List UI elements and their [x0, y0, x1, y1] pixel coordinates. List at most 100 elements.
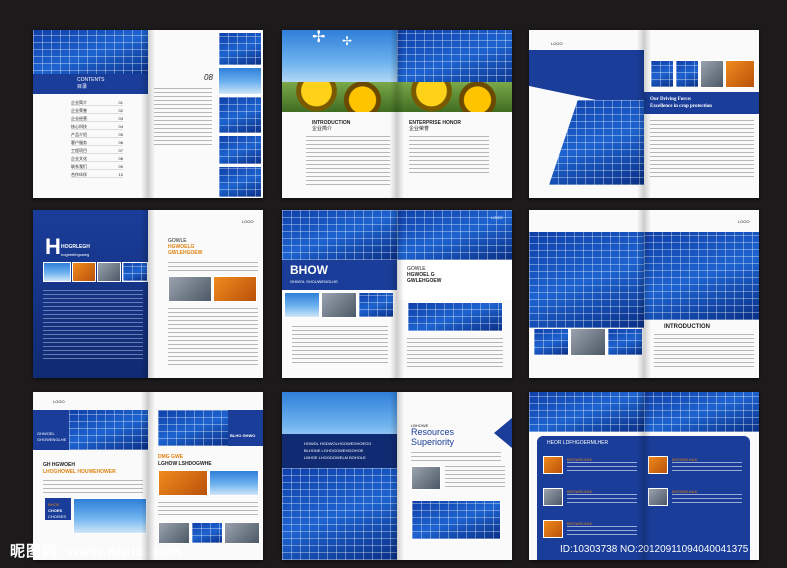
right-page: LOGO INTRODUCTION: [644, 210, 759, 378]
intro-title-cn: 企业简介: [312, 126, 333, 132]
toc-item[interactable]: 企业简介 01: [71, 98, 123, 106]
factory-photo: [72, 262, 96, 282]
body-text-block: [650, 120, 754, 180]
label-line: BLHO GHWO: [230, 433, 256, 438]
solar-panel-photo: [282, 210, 397, 260]
solar-panel-photo: [158, 410, 228, 446]
factory-photo: [97, 262, 121, 282]
toc-item[interactable]: 工程项目 07: [71, 146, 123, 154]
wind-turbine-icon: ✢: [312, 30, 326, 46]
brochure-spread-resources: HOWDL HGDWOLHGOWEGHOEOG BLHONE LGHOGOWEH…: [282, 392, 512, 560]
right-heading: DMG GWE: [158, 454, 183, 460]
honor-title-cn: 企业荣誉: [409, 126, 430, 132]
sub-title: GHWOL SHOUWENGLHE: [290, 279, 338, 284]
sky-photo: [73, 498, 147, 534]
contents-banner: CONTENTS 目录: [33, 74, 148, 94]
right-page: GOWLE HGWOEL G GWLEHGOEW LOGO: [397, 210, 512, 378]
worker-photo: [570, 328, 606, 356]
solar-panel-photo: [407, 302, 503, 332]
body-text-block: [154, 88, 212, 148]
sunflower-photo: [282, 82, 397, 112]
body-text-block: [445, 466, 505, 490]
banner-line: BLHONE LGHOGOWEHGOHOE: [304, 448, 364, 453]
product-text: [672, 462, 742, 474]
logo: LOGO: [551, 41, 563, 46]
body-text-block: [158, 502, 258, 518]
right-heading: LGHOW LSHDOGWHE: [158, 461, 212, 467]
solar-panel-photo: [191, 522, 223, 544]
toc-item[interactable]: 核心科技 04: [71, 122, 123, 130]
feature-text: CHOISES: [48, 514, 67, 519]
resources-title: Resources: [411, 427, 455, 437]
body-text-block: [411, 452, 501, 462]
product-photo: [543, 488, 563, 506]
solar-panel-photo: [529, 392, 644, 432]
toc-item[interactable]: 合作伙伴 10: [71, 170, 123, 178]
body-text-block: [654, 334, 754, 368]
solar-panel-photo: [675, 60, 699, 88]
toc-item[interactable]: 产品介绍 05: [71, 130, 123, 138]
wind-turbine-photo: ✢ ✢: [282, 30, 397, 90]
contents-label-cn: 目录: [77, 84, 88, 90]
solar-panel-photo: [218, 32, 262, 66]
title-area: GOWLE HGWOEL G GWLEHGOEW: [397, 260, 512, 300]
big-letter: H: [45, 234, 61, 259]
body-text-block: [306, 136, 390, 186]
headline-sub: Excellence in crop protection: [650, 104, 712, 109]
logo: LOGO: [738, 219, 750, 224]
solar-panel-photo: [397, 30, 512, 90]
worker-photo: [224, 522, 260, 544]
toc-item[interactable]: 企业文化 08: [71, 154, 123, 162]
toc-item[interactable]: 联系我们 09: [71, 162, 123, 170]
product-photo: [648, 456, 668, 474]
body-text-block: [168, 262, 258, 272]
logo: LOGO: [242, 219, 254, 224]
left-page: [529, 210, 644, 378]
left-page: H HOGRLEGH hoghelehgoweg: [33, 210, 148, 378]
intro-title: INTRODUCTION: [664, 324, 710, 330]
factory-photo: [168, 276, 212, 302]
product-text: [672, 494, 742, 506]
toc-item[interactable]: 企业荣誉 02: [71, 106, 123, 114]
dolphin-photo: [209, 470, 259, 496]
brochure-spread-bhow: BHOW GHWOL SHOUWENGLHE GOWLE HGWOEL G GW…: [282, 210, 512, 378]
left-page: CONTENTS 目录 企业简介 01 企业荣誉 02 企业经营 03 核心科技 04 …: [33, 30, 148, 198]
brochure-spread-services: LOGO GHWOEL GHOWENGLHE GH HGWOEH LHOGHOW…: [33, 392, 263, 560]
banner-line: HOWDL HGDWOLHGOWEGHOEOG: [304, 441, 372, 446]
toc-item[interactable]: 客户服务 06: [71, 138, 123, 146]
solar-farm-photo: [33, 30, 148, 78]
site-url: www.nipic.com: [67, 543, 182, 559]
sky-photo: [218, 67, 262, 95]
brochure-spread-products: HEOR LDFHGOERMLHER BHOWELMLE BHOWELMLE B…: [529, 392, 759, 560]
left-page: BHOW GHWOL SHOUWENGLHE: [282, 210, 397, 378]
panel-header: HEOR LDFHGOERMLHER: [547, 440, 609, 446]
solar-panel-photo: [358, 292, 394, 318]
body-text-block: [407, 338, 503, 368]
wind-turbine-icon: ✢: [342, 34, 353, 48]
label-line: GHOWENGLHE: [37, 437, 67, 442]
product-photo: [648, 488, 668, 506]
right-page: ENTERPRISE HONOR 企业荣誉: [397, 30, 512, 198]
right-page: Our Driving Force: Excellence in crop pr…: [644, 30, 759, 198]
right-page: LOGO GOWLE HGWOELG GWLEHGOEW: [148, 210, 263, 378]
left-heading-accent: LHOGHOWEL HOUWEHOWER: [43, 469, 116, 475]
product-panel: BHOWELMLE BHOWELMLE: [644, 436, 750, 560]
solar-panel-photo: [533, 328, 569, 356]
water-photo: [284, 292, 320, 318]
right-title-accent: GWLEHGOEW: [168, 250, 203, 256]
product-photo: [543, 520, 563, 538]
logo: LOGO: [53, 399, 65, 404]
product-text: [567, 526, 637, 538]
solar-panel-photo: [644, 232, 759, 320]
right-page: BHOWELMLE BHOWELMLE: [644, 392, 759, 560]
site-watermark: 昵图网 www.nipic.com: [10, 540, 182, 561]
toc-item[interactable]: 企业经营 03: [71, 114, 123, 122]
solar-panel-photo: [529, 232, 644, 328]
toc-list: 企业简介 01 企业荣誉 02 企业经营 03 核心科技 04 产品介绍 05 客户服务 0…: [71, 98, 123, 178]
image-id-watermark: ID:10303738 NO:20120911094040041375: [560, 544, 749, 555]
label-box: GHWOEL GHOWENGLHE: [33, 410, 69, 450]
right-page: 08 →: [148, 30, 263, 198]
section-subtitle: hoghelehgoweg: [61, 252, 90, 257]
right-page: LBHOWE Resources Superiority: [397, 392, 512, 560]
headline: Our Driving Force:: [650, 97, 692, 102]
